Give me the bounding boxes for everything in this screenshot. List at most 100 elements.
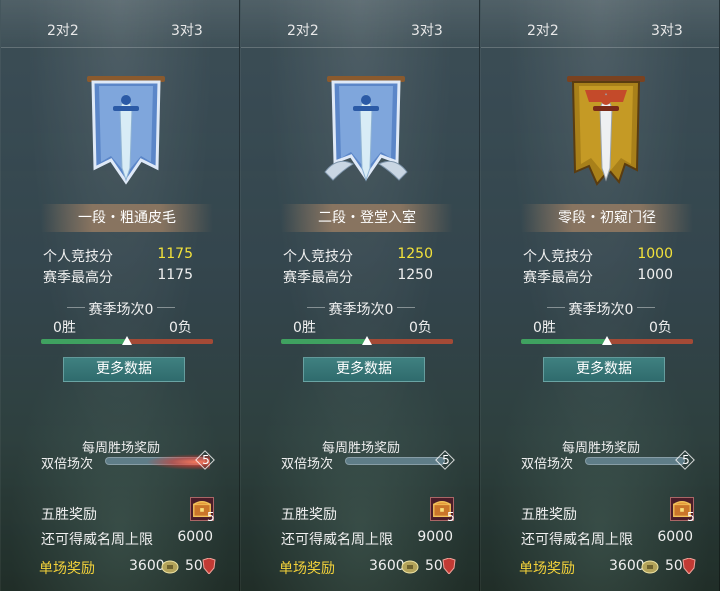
weekly-cap-value: 6000 (177, 529, 213, 545)
chest-count: 5 (207, 510, 215, 524)
single-reward-label: 单场奖励 (279, 561, 335, 577)
season-matches: 赛季场次0 (241, 299, 479, 319)
win-loss-marker-icon (122, 336, 132, 345)
personal-score-row: 个人竞技分 1175 (43, 246, 193, 265)
wins-count: 0胜 (53, 320, 76, 336)
weekly-cap-label: 还可得威名周上限 (281, 532, 393, 548)
personal-score-label: 个人竞技分 (523, 249, 593, 265)
more-data-button[interactable]: 更多数据 (543, 357, 665, 382)
double-matches-label: 双倍场次 (521, 457, 574, 472)
double-matches-count: 5 (436, 451, 456, 469)
ornament-right (397, 307, 416, 313)
rank-title: 零段・初窥门径 (521, 204, 693, 232)
tab-2v2[interactable]: 2对2 (527, 20, 559, 40)
season-high-label: 赛季最高分 (523, 270, 593, 286)
coin-icon (641, 560, 659, 574)
single-reward-honor: 50 (185, 558, 203, 574)
season-high-label: 赛季最高分 (283, 270, 353, 286)
ornament-right (637, 307, 656, 313)
sword-banner-icon (567, 76, 645, 186)
win-bar (521, 339, 607, 344)
season-matches: 赛季场次0 (1, 299, 239, 319)
weekly-cap-label: 还可得威名周上限 (41, 532, 153, 548)
five-win-reward-label: 五胜奖励 (281, 507, 337, 523)
season-matches: 赛季场次0 (481, 299, 719, 319)
double-matches-progress (345, 457, 445, 465)
weekly-cap-value: 9000 (417, 529, 453, 545)
tab-3v3[interactable]: 3对3 (651, 20, 683, 40)
sword-banner-icon (324, 76, 408, 182)
personal-score-label: 个人竞技分 (43, 249, 113, 265)
ornament-left (66, 307, 85, 313)
losses-count: 0负 (409, 320, 432, 336)
personal-score-row: 个人竞技分 1250 (283, 246, 433, 265)
mode-tabs: 2对2 3对3 (241, 0, 479, 48)
losses-count: 0负 (649, 320, 672, 336)
win-loss-marker-icon (602, 336, 612, 345)
personal-score-value: 1175 (157, 246, 193, 262)
coin-icon (161, 560, 179, 574)
coin-icon (401, 560, 419, 574)
win-bar (281, 339, 367, 344)
personal-score-label: 个人竞技分 (283, 249, 353, 265)
rank-title: 二段・登堂入室 (281, 204, 453, 232)
season-high-label: 赛季最高分 (43, 270, 113, 286)
wins-count: 0胜 (293, 320, 316, 336)
single-reward-honor: 50 (665, 558, 683, 574)
win-loss-marker-icon (362, 336, 372, 345)
season-matches-label: 赛季场次0 (568, 302, 634, 318)
double-matches-progress (105, 454, 210, 470)
season-high-row: 赛季最高分 1000 (523, 267, 673, 286)
loss-bar (607, 339, 693, 344)
double-matches-progress (585, 457, 685, 465)
loss-bar (367, 339, 453, 344)
tab-2v2[interactable]: 2对2 (47, 20, 79, 40)
shield-icon (682, 558, 696, 574)
tab-3v3[interactable]: 3对3 (411, 20, 443, 40)
five-win-reward-label: 五胜奖励 (41, 507, 97, 523)
single-reward-coins: 3600 (609, 558, 645, 574)
more-data-button[interactable]: 更多数据 (303, 357, 425, 382)
personal-score-value: 1250 (397, 246, 433, 262)
season-high-row: 赛季最高分 1175 (43, 267, 193, 286)
ornament-left (546, 307, 565, 313)
season-matches-label: 赛季场次0 (328, 302, 394, 318)
single-reward-coins: 3600 (129, 558, 165, 574)
mode-tabs: 2对2 3对3 (1, 0, 239, 48)
double-matches-label: 双倍场次 (41, 457, 94, 472)
single-reward-coins: 3600 (369, 558, 405, 574)
single-reward-label: 单场奖励 (39, 561, 95, 577)
chest-count: 5 (687, 510, 695, 524)
arena-panel-2: 2对2 3对3 二段・登堂入室 个人竞技分 1250 赛季最高分 1250 赛季… (240, 0, 480, 591)
double-matches-count: 5 (676, 451, 696, 469)
shield-icon (202, 558, 216, 574)
loss-bar (127, 339, 213, 344)
arena-panel-3: 2对2 3对3 零段・初窥门径 个人竞技分 1000 赛季最高分 1000 赛季… (480, 0, 720, 591)
personal-score-row: 个人竞技分 1000 (523, 246, 673, 265)
season-high-value: 1000 (637, 267, 673, 283)
personal-score-value: 1000 (637, 246, 673, 262)
season-matches-label: 赛季场次0 (88, 302, 154, 318)
more-data-button[interactable]: 更多数据 (63, 357, 185, 382)
ornament-right (157, 307, 176, 313)
mode-tabs: 2对2 3对3 (481, 0, 719, 48)
chest-count: 5 (447, 510, 455, 524)
season-high-value: 1250 (397, 267, 433, 283)
arena-panel-1: 2对2 3对3 一段・粗通皮毛 个人竞技分 1175 赛季最高分 1175 赛季… (0, 0, 240, 591)
tab-2v2[interactable]: 2对2 (287, 20, 319, 40)
wins-count: 0胜 (533, 320, 556, 336)
arena-panels: 2对2 3对3 一段・粗通皮毛 个人竞技分 1175 赛季最高分 1175 赛季… (0, 0, 720, 591)
weekly-cap-label: 还可得威名周上限 (521, 532, 633, 548)
sword-banner-icon (87, 76, 165, 185)
weekly-cap-value: 6000 (657, 529, 693, 545)
win-bar (41, 339, 127, 344)
tab-3v3[interactable]: 3对3 (171, 20, 203, 40)
double-matches-count: 5 (196, 451, 216, 469)
five-win-reward-label: 五胜奖励 (521, 507, 577, 523)
double-matches-label: 双倍场次 (281, 457, 334, 472)
shield-icon (442, 558, 456, 574)
single-reward-label: 单场奖励 (519, 561, 575, 577)
single-reward-honor: 50 (425, 558, 443, 574)
losses-count: 0负 (169, 320, 192, 336)
rank-title: 一段・粗通皮毛 (41, 204, 213, 232)
